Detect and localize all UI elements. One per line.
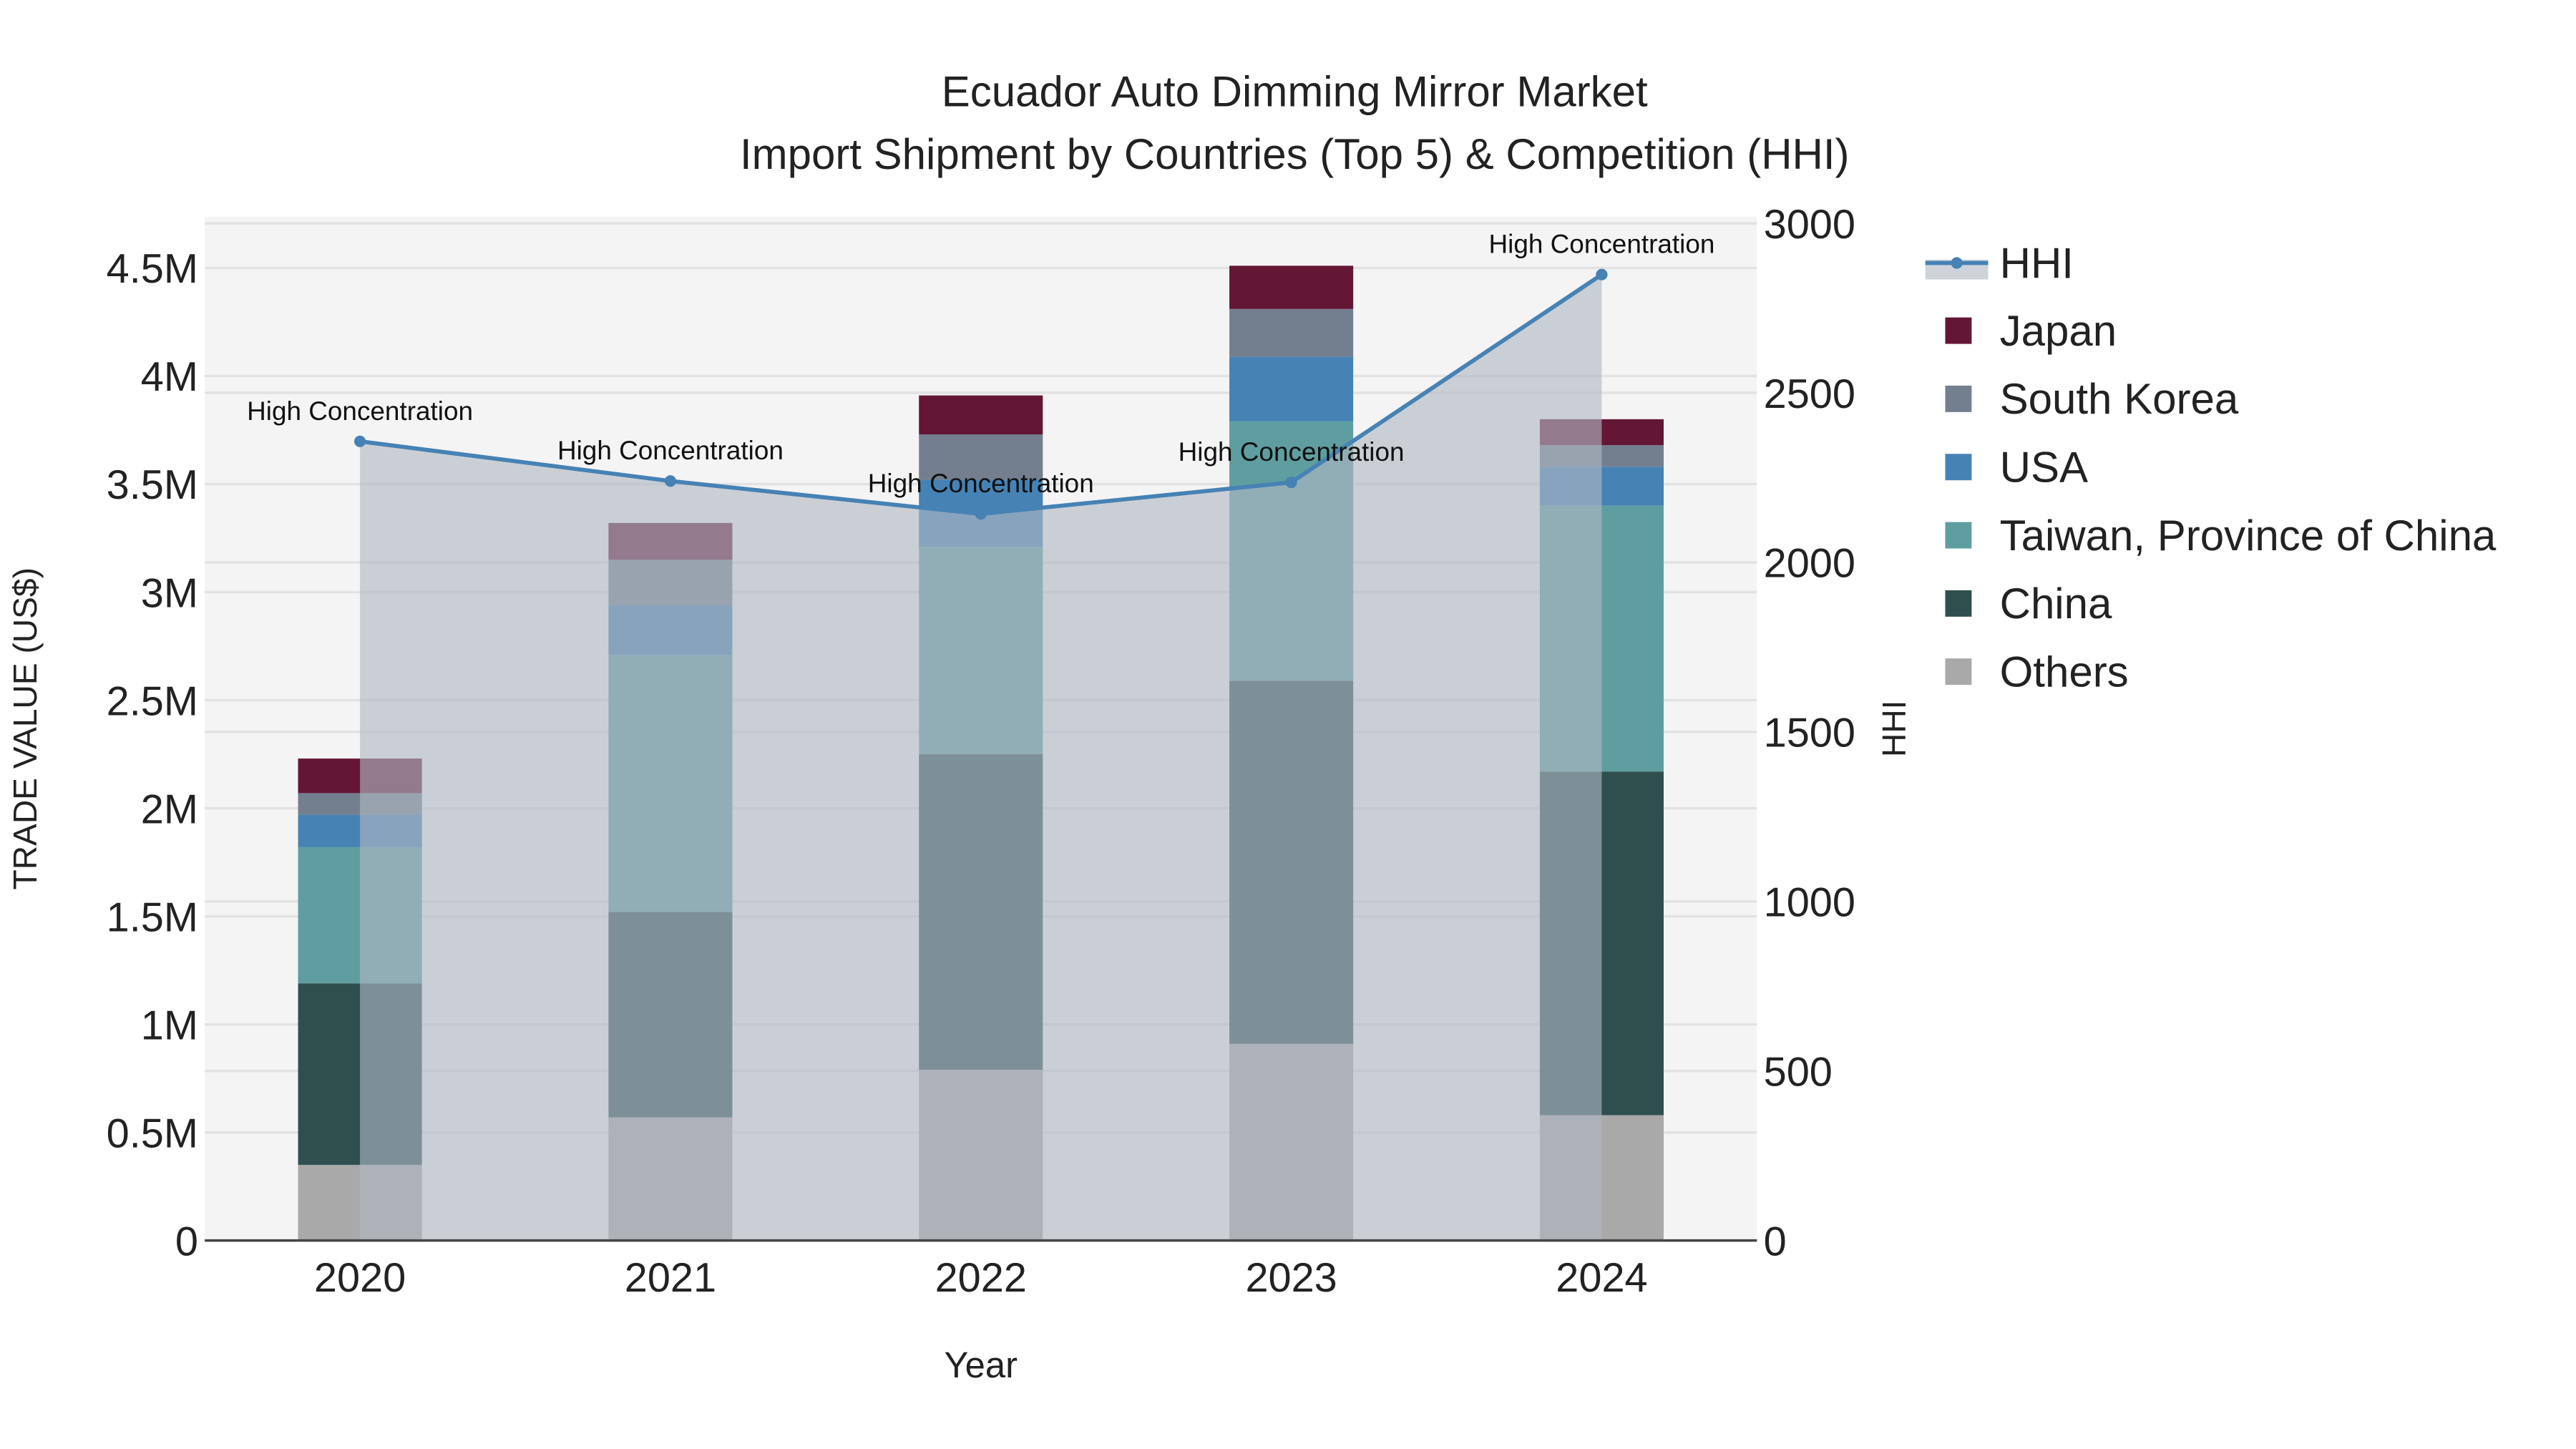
y2-tick-label: 3000 <box>1764 202 1855 248</box>
hhi-point <box>1596 268 1608 280</box>
bar-south-korea-2023 <box>1229 308 1354 357</box>
legend-item-japan: Japan <box>1945 307 2117 355</box>
legend-item-hhi: HHI <box>1925 239 2074 287</box>
x-tick-label: 2024 <box>1556 1255 1647 1301</box>
bar-japan-2023 <box>1229 265 1354 309</box>
chart-subtitle: Import Shipment by Countries (Top 5) & C… <box>740 130 1850 178</box>
legend-swatch <box>1945 317 1972 344</box>
y-tick-label: 4M <box>141 354 198 400</box>
y2-tick-label: 2000 <box>1764 541 1855 587</box>
y-tick-label: 1M <box>141 1002 198 1048</box>
y2-tick-label: 2500 <box>1764 371 1855 417</box>
y-tick-label: 2M <box>141 786 198 832</box>
y-axis-label: TRADE VALUE (US$) <box>6 567 44 889</box>
legend-swatch <box>1945 385 1972 412</box>
hhi-annotation: High Concentration <box>247 396 473 426</box>
y-tick-label: 4.5M <box>107 246 198 292</box>
hhi-annotation: High Concentration <box>557 436 784 465</box>
chart: Ecuador Auto Dimming Mirror Market Impor… <box>6 67 2497 1385</box>
x-tick-label: 2021 <box>625 1255 716 1301</box>
y2-tick-label: 1500 <box>1764 711 1855 756</box>
hhi-point <box>1285 477 1297 489</box>
legend-item-others: Others <box>1945 648 2129 696</box>
legend-item-china: China <box>1945 580 2112 628</box>
chart-title: Ecuador Auto Dimming Mirror Market <box>942 67 1648 115</box>
y-tick-label: 3.5M <box>107 462 198 508</box>
legend-item-taiwan-province-of-china: Taiwan, Province of China <box>1945 512 2497 560</box>
x-tick-label: 2022 <box>935 1255 1027 1301</box>
hhi-annotation: High Concentration <box>1179 437 1405 467</box>
legend-label: USA <box>2000 444 2088 492</box>
hhi-point <box>664 475 676 487</box>
legend-label: Japan <box>2000 307 2117 355</box>
x-tick-label: 2020 <box>314 1255 406 1301</box>
legend-label: Others <box>2000 648 2129 696</box>
legend-label: South Korea <box>2000 375 2239 423</box>
y-tick-label: 0 <box>175 1219 198 1264</box>
legend-swatch <box>1945 658 1972 686</box>
legend-item-south-korea: South Korea <box>1945 375 2239 423</box>
y-tick-label: 2.5M <box>107 678 198 724</box>
y-tick-label: 0.5M <box>107 1111 198 1156</box>
y2-axis-ticks: 0 500 1000 1500 2000 2500 3000 <box>1764 202 1855 1265</box>
hhi-annotation: High Concentration <box>868 469 1094 498</box>
y2-axis-label: HHI <box>1875 701 1913 757</box>
legend-swatch <box>1945 590 1972 617</box>
legend-swatch <box>1945 522 1972 549</box>
x-axis-label: Year <box>944 1345 1018 1385</box>
y-tick-label: 3M <box>141 570 198 616</box>
y2-tick-label: 0 <box>1764 1219 1787 1264</box>
legend: HHI Japan South Korea USA Taiwan, Province o… <box>1925 239 2497 696</box>
y2-tick-label: 1000 <box>1764 880 1855 926</box>
legend-label: China <box>2000 580 2112 628</box>
y2-tick-label: 500 <box>1764 1049 1833 1095</box>
legend-label: HHI <box>2000 239 2074 287</box>
x-axis-ticks: 2020 2021 2022 2023 2024 <box>314 1255 1648 1301</box>
hhi-point <box>354 435 366 447</box>
legend-swatch <box>1945 454 1972 481</box>
legend-hhi-marker <box>1951 257 1963 269</box>
hhi-point <box>975 508 987 520</box>
bar-japan-2022 <box>919 395 1043 435</box>
bar-usa-2023 <box>1229 356 1354 421</box>
legend-item-usa: USA <box>1945 444 2088 492</box>
hhi-annotation: High Concentration <box>1488 230 1714 259</box>
y-axis-ticks: 0 0.5M 1M 1.5M 2M 2.5M 3M 3.5M 4M 4.5M <box>107 246 198 1264</box>
legend-label: Taiwan, Province of China <box>2000 512 2497 560</box>
y-tick-label: 1.5M <box>107 894 198 940</box>
x-tick-label: 2023 <box>1245 1255 1337 1301</box>
